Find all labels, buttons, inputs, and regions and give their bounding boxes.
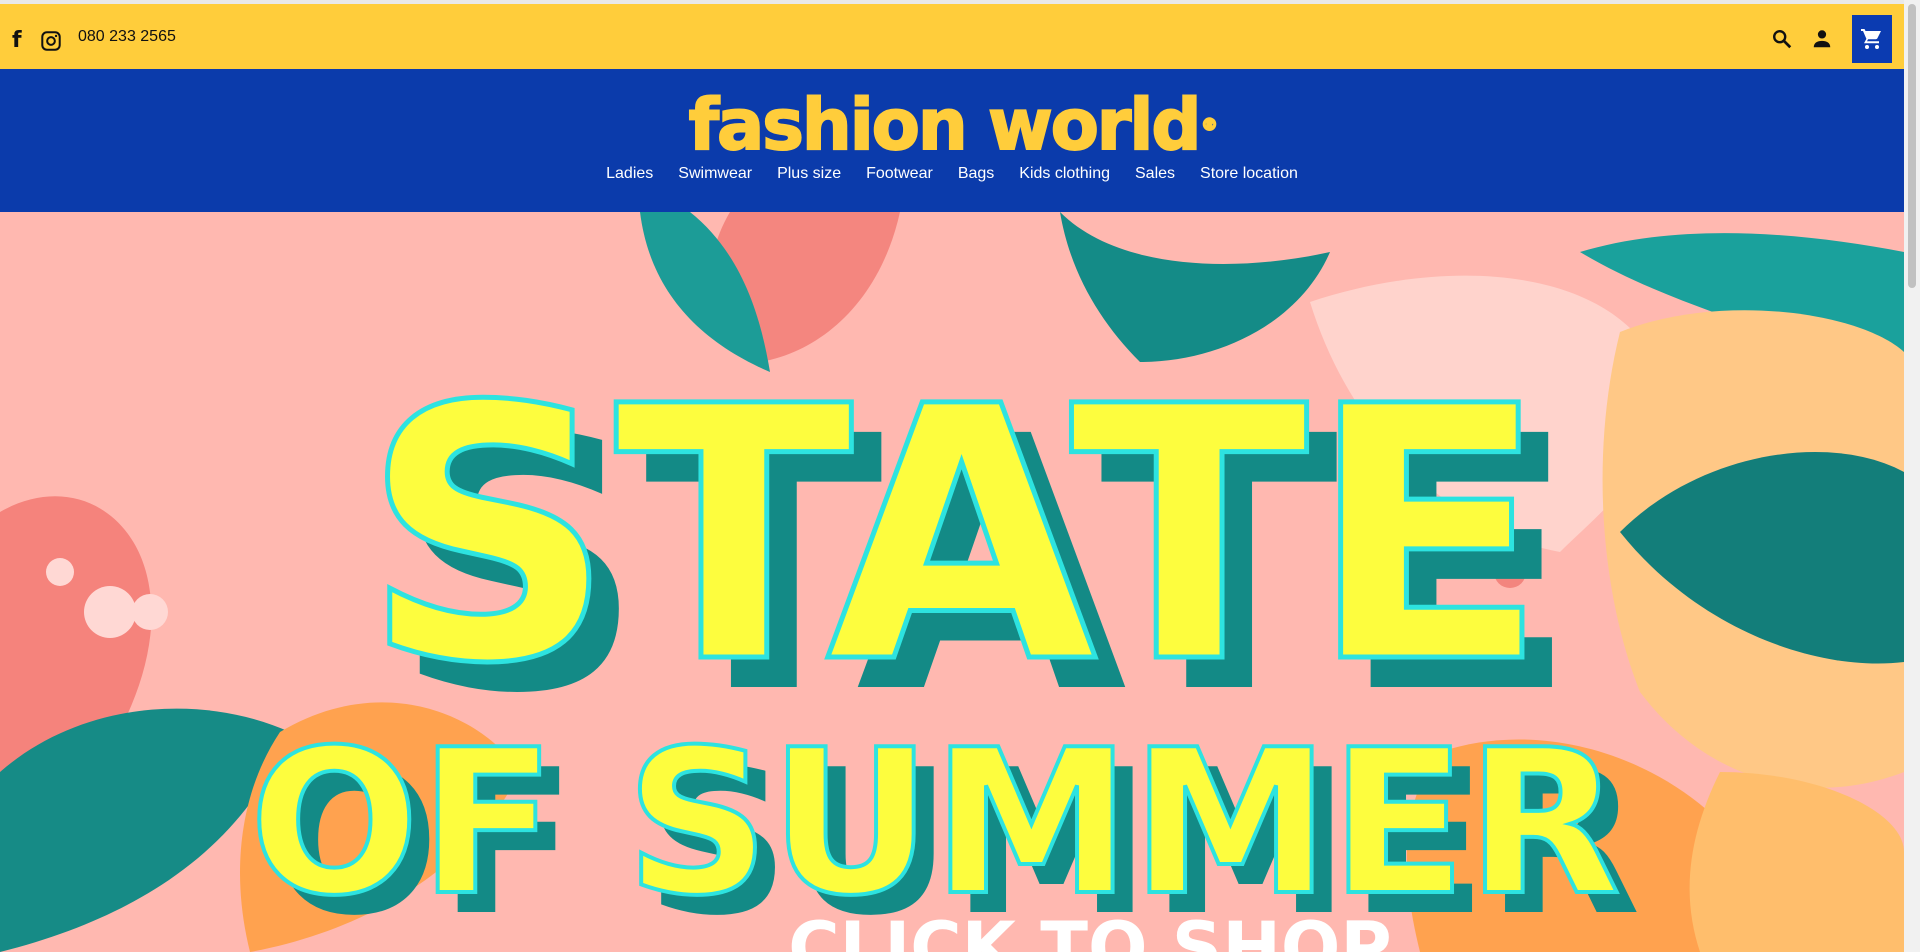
registered-mark: ® xyxy=(1200,114,1218,135)
facebook-icon[interactable]: f xyxy=(12,30,26,52)
search-icon xyxy=(1773,30,1792,49)
hero-cta[interactable]: CLICK TO SHOP xyxy=(788,907,1391,952)
account-button[interactable] xyxy=(1802,19,1842,59)
header-actions xyxy=(1762,15,1892,63)
cart-button[interactable] xyxy=(1852,15,1892,63)
cart-icon xyxy=(1861,29,1881,49)
nav-swimwear[interactable]: Swimwear xyxy=(678,165,752,183)
site-logo[interactable]: fashion world ® xyxy=(0,83,1904,167)
hero-headline: STATE STATE OF SUMMER OF SUMMER CLICK TO… xyxy=(247,330,1640,952)
social-links: f xyxy=(12,30,62,52)
top-bar: f 080 233 2565 xyxy=(0,0,1904,69)
dot-decoration xyxy=(46,558,74,586)
hero-line2: OF SUMMER xyxy=(249,707,1620,940)
instagram-icon[interactable] xyxy=(40,30,62,52)
page-scrollbar[interactable] xyxy=(1904,0,1920,952)
hero-line1: STATE xyxy=(362,332,1547,740)
search-button[interactable] xyxy=(1762,19,1802,59)
hero-artwork: STATE STATE OF SUMMER OF SUMMER CLICK TO… xyxy=(0,212,1904,952)
logo-text: fashion world xyxy=(688,83,1203,167)
hero-banner[interactable]: STATE STATE OF SUMMER OF SUMMER CLICK TO… xyxy=(0,212,1904,952)
user-icon xyxy=(1813,30,1831,48)
dot-decoration xyxy=(132,594,168,630)
nav-kids-clothing[interactable]: Kids clothing xyxy=(1019,165,1110,183)
nav-store-location[interactable]: Store location xyxy=(1200,165,1298,183)
nav-plus-size[interactable]: Plus size xyxy=(777,165,841,183)
nav-footwear[interactable]: Footwear xyxy=(866,165,933,183)
flower-decoration xyxy=(1689,772,1904,952)
nav-bags[interactable]: Bags xyxy=(958,165,994,183)
phone-number[interactable]: 080 233 2565 xyxy=(78,28,176,46)
site-header: fashion world ® Ladies Swimwear Plus size… xyxy=(0,69,1904,212)
dot-decoration xyxy=(84,586,136,638)
nav-sales[interactable]: Sales xyxy=(1135,165,1175,183)
scrollbar-thumb[interactable] xyxy=(1908,4,1916,288)
main-navigation: Ladies Swimwear Plus size Footwear Bags … xyxy=(0,165,1904,183)
nav-ladies[interactable]: Ladies xyxy=(606,165,653,183)
